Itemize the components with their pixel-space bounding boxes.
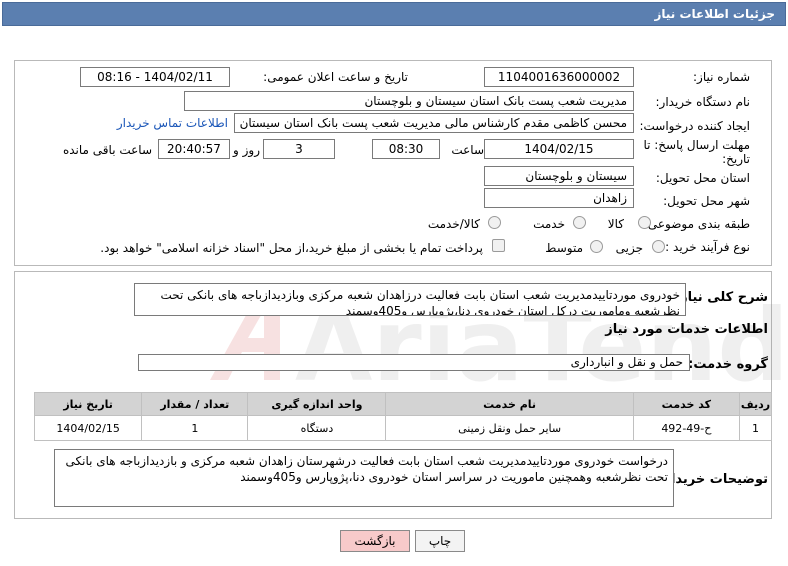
- back-button[interactable]: بازگشت: [340, 530, 410, 552]
- category-radio-goods[interactable]: [638, 216, 651, 229]
- province-label: استان محل تحویل:: [655, 171, 750, 185]
- deadline-label-line1: مهلت ارسال پاسخ: تا: [643, 138, 750, 152]
- deadline-time-label: ساعت: [451, 143, 484, 157]
- table-row: 1 ح-49-492 سایر حمل ونقل زمینی دستگاه 1 …: [33, 415, 773, 441]
- category-option-goods: کالا: [607, 217, 624, 231]
- category-option-service: خدمت: [533, 217, 565, 231]
- summary-label: شرح کلی نیاز:: [674, 290, 768, 305]
- province-field[interactable]: سیستان و بلوچستان: [484, 166, 634, 186]
- buyer-notes-textarea[interactable]: درخواست خودروی موردتاییدمدیریت شعب استان…: [54, 449, 674, 507]
- category-radio-service[interactable]: [573, 216, 586, 229]
- services-table-header: ردیف کد خدمت نام خدمت واحد اندازه گیری ت…: [33, 392, 773, 416]
- category-radio-goods-service[interactable]: [488, 216, 501, 229]
- process-radio-minor[interactable]: [652, 240, 665, 253]
- deadline-date-field[interactable]: 1404/02/15: [484, 139, 634, 159]
- col-unit: واحد اندازه گیری: [247, 392, 387, 416]
- process-option-minor: جزیی: [615, 241, 643, 255]
- remaining-time-label: ساعت باقی مانده: [62, 143, 152, 157]
- category-label: طبقه بندی موضوعی:: [643, 217, 750, 231]
- buyer-notes-label: توضیحات خریدار:: [658, 472, 768, 487]
- announce-datetime-label: تاریخ و ساعت اعلان عمومی:: [263, 70, 408, 84]
- process-type-label: نوع فرآیند خرید :: [665, 240, 750, 254]
- buyer-org-label: نام دستگاه خریدار:: [655, 95, 751, 109]
- col-service-name: نام خدمت: [385, 392, 634, 416]
- process-radio-medium[interactable]: [590, 240, 603, 253]
- buyer-org-field[interactable]: مدیریت شعب پست بانک استان سیستان و بلوچس…: [184, 91, 634, 111]
- col-row: ردیف: [738, 392, 773, 416]
- print-button[interactable]: چاپ: [415, 530, 465, 552]
- deadline-label-line2: تاریخ:: [722, 152, 750, 166]
- need-number-label: شماره نیاز:: [693, 70, 750, 84]
- service-group-label: گروه خدمت:: [688, 357, 768, 372]
- page-header: جزئیات اطلاعات نیاز: [2, 2, 786, 26]
- days-label: روز و: [233, 143, 260, 157]
- page-title: جزئیات اطلاعات نیاز: [654, 7, 775, 21]
- treasury-payment-note: پرداخت تمام یا بخشی از مبلغ خرید،از محل …: [100, 241, 483, 255]
- city-field[interactable]: زاهدان: [484, 188, 634, 208]
- cell-quantity: 1: [141, 415, 249, 441]
- creator-label: ایجاد کننده درخواست:: [639, 119, 750, 133]
- days-field[interactable]: 3: [263, 139, 335, 159]
- need-number-field[interactable]: 1104001636000002: [484, 67, 634, 87]
- col-service-code: کد خدمت: [632, 392, 740, 416]
- process-option-medium: متوسط: [545, 241, 583, 255]
- cell-unit: دستگاه: [247, 415, 387, 441]
- creator-field[interactable]: محسن کاظمی مقدم کارشناس مالی مدیریت شعب …: [234, 113, 634, 133]
- cell-need-date: 1404/02/15: [33, 415, 143, 441]
- summary-textarea[interactable]: خودروی موردتاییدمدیریت شعب استان بابت فع…: [134, 283, 686, 316]
- col-need-date: تاریخ نیاز: [33, 392, 143, 416]
- services-table: ردیف کد خدمت نام خدمت واحد اندازه گیری ت…: [33, 392, 773, 441]
- category-option-goods-service: کالا/خدمت: [427, 217, 480, 231]
- deadline-time-field[interactable]: 08:30: [372, 139, 440, 159]
- cell-row: 1: [738, 415, 773, 441]
- service-group-field[interactable]: حمل و نقل و انبارداری: [138, 354, 690, 371]
- remaining-time-field[interactable]: 20:40:57: [158, 139, 230, 159]
- announce-datetime-field[interactable]: 1404/02/11 - 08:16: [80, 67, 230, 87]
- cell-service-code: ح-49-492: [632, 415, 740, 441]
- col-quantity: تعداد / مقدار: [141, 392, 249, 416]
- treasury-payment-checkbox[interactable]: [492, 239, 505, 252]
- buyer-contact-link[interactable]: اطلاعات تماس خریدار: [117, 116, 228, 130]
- cell-service-name: سایر حمل ونقل زمینی: [385, 415, 634, 441]
- services-section-title: اطلاعات خدمات مورد نیاز: [605, 322, 768, 337]
- city-label: شهر محل تحویل:: [663, 194, 750, 208]
